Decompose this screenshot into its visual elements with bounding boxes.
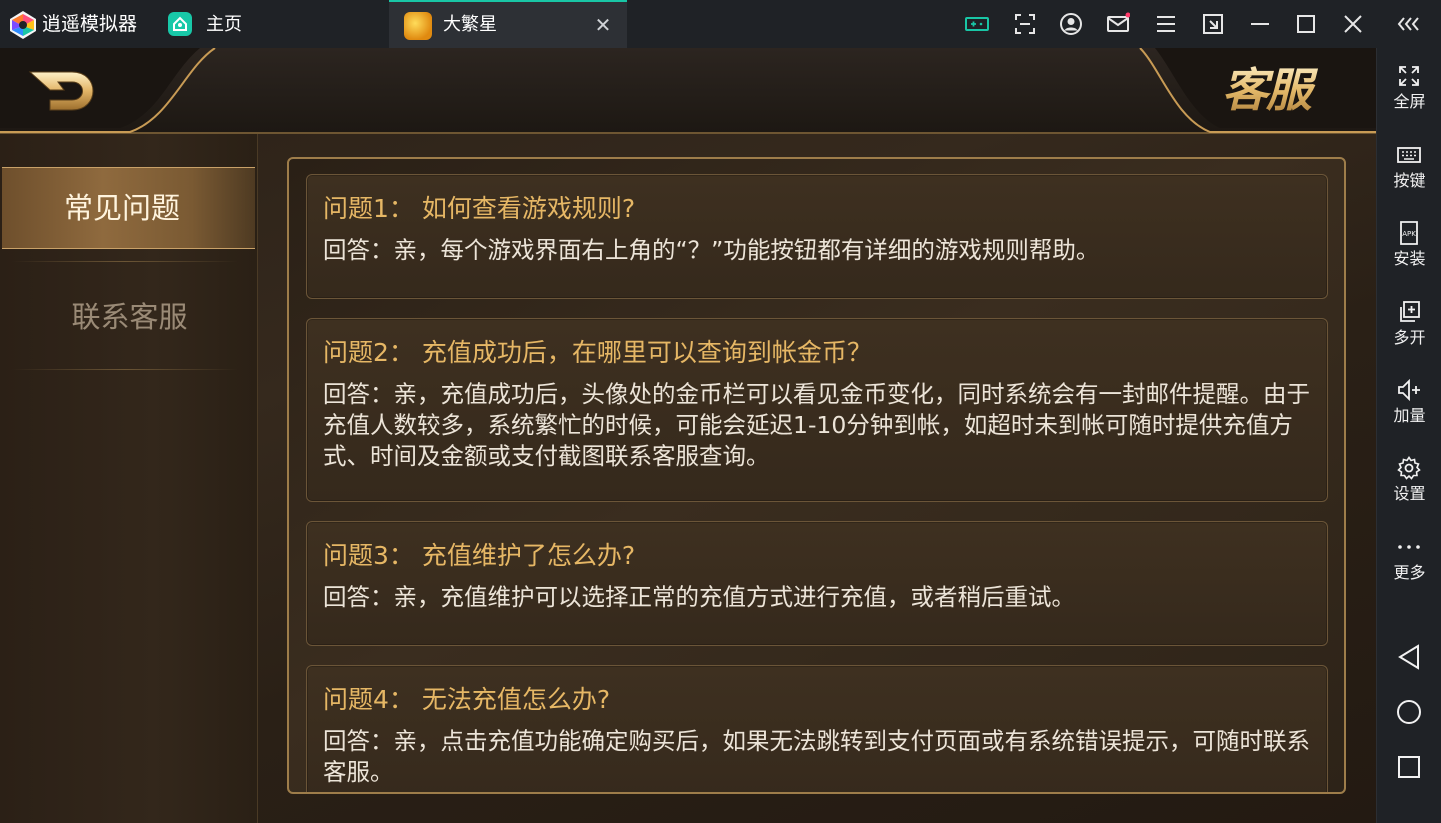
faq-answer: 回答：亲，充值成功后，头像处的金币栏可以看见金币变化，同时系统会有一封邮件提醒。…: [323, 380, 1310, 470]
svg-text:APK: APK: [1402, 230, 1416, 238]
faq-item: 问题2： 充值成功后，在哪里可以查询到帐金币？ 回答：亲，充值成功后，头像处的金…: [306, 318, 1328, 502]
faq-answer: 回答：亲，每个游戏界面右上角的“？”功能按钮都有详细的游戏规则帮助。: [323, 236, 1100, 264]
sidebar-keymap-label: 按键: [1393, 171, 1426, 190]
sidebar-fullscreen-label: 全屏: [1393, 92, 1426, 111]
tab-contact-support[interactable]: 联系客服: [2, 279, 255, 357]
tab-faq[interactable]: 常见问题: [2, 167, 255, 249]
screenshot-icon[interactable]: [1013, 12, 1037, 36]
mail-icon[interactable]: [1106, 12, 1130, 36]
faq-answer: 回答：亲，充值维护可以选择正常的充值方式进行充值，或者稍后重试。: [323, 583, 1075, 611]
emulator-app-name: 逍遥模拟器: [42, 13, 138, 35]
sidebar-fullscreen-button[interactable]: 全屏: [1377, 56, 1441, 118]
sidebar-multi-instance-button[interactable]: 多开: [1377, 292, 1441, 354]
tab-game[interactable]: 大繁星 ✕: [389, 0, 627, 48]
faq-question: 问题1： 如何查看游戏规则?: [323, 194, 636, 223]
keyboard-icon: [1397, 147, 1421, 163]
sidebar-settings-button[interactable]: 设置: [1377, 448, 1441, 510]
game-screen: 客服 常见问题 联系客服 问题1： 如何查看游戏规则? 回答：亲，每个游戏界面右…: [0, 48, 1376, 823]
multi-instance-icon: [1400, 301, 1420, 322]
faq-answer: 回答：亲，点击充值功能确定购买后，如果无法跳转到支付页面或有系统错误提示，可随时…: [323, 727, 1310, 786]
sidebar-more-label: 更多: [1393, 563, 1426, 582]
tab-contact-support-label: 联系客服: [71, 300, 188, 334]
tab-game-label: 大繁星: [443, 14, 497, 35]
header-decoration: [0, 48, 1376, 133]
close-window-icon[interactable]: [1341, 12, 1365, 36]
account-icon[interactable]: [1059, 12, 1083, 36]
sidebar-multi-label: 多开: [1393, 328, 1426, 347]
maximize-icon[interactable]: [1294, 12, 1318, 36]
android-recents-icon[interactable]: [1396, 754, 1422, 780]
tab-home-label: 主页: [206, 14, 242, 35]
page-title: 客服: [1222, 60, 1342, 120]
sidebar-settings-label: 设置: [1393, 484, 1426, 503]
sidebar-install-apk-button[interactable]: APK 安装: [1377, 213, 1441, 275]
emulator-titlebar: 逍遥模拟器 主页 大繁星 ✕: [0, 0, 1441, 48]
game-app-icon: [404, 12, 432, 40]
faq-item: 问题1： 如何查看游戏规则? 回答：亲，每个游戏界面右上角的“？”功能按钮都有详…: [306, 174, 1328, 299]
gear-icon: [1397, 456, 1421, 480]
android-home-icon[interactable]: [1396, 699, 1422, 725]
tab-faq-label: 常见问题: [63, 191, 180, 225]
emulator-logo-icon: [10, 11, 36, 39]
volume-up-icon: [1398, 378, 1420, 402]
faq-item: 问题3： 充值维护了怎么办? 回答：亲，充值维护可以选择正常的充值方式进行充值，…: [306, 521, 1328, 646]
sidebar-more-button[interactable]: 更多: [1377, 527, 1441, 589]
tab-home[interactable]: 主页: [160, 0, 380, 48]
faq-list[interactable]: 问题1： 如何查看游戏规则? 回答：亲，每个游戏界面右上角的“？”功能按钮都有详…: [287, 157, 1346, 794]
gamepad-icon[interactable]: [965, 12, 989, 36]
close-tab-icon[interactable]: ✕: [592, 14, 614, 36]
faq-question: 问题4： 无法充值怎么办?: [323, 685, 611, 714]
menu-divider: [12, 261, 238, 262]
more-icon: [1398, 545, 1420, 549]
game-header: 客服: [0, 48, 1376, 134]
back-button[interactable]: [28, 66, 104, 116]
sidebar-install-label: 安装: [1393, 249, 1426, 268]
emulator-sidebar: 全屏 按键 APK 安装 多开 加量 设置 更多: [1376, 48, 1441, 823]
android-back-icon[interactable]: [1396, 644, 1422, 670]
minimize-icon[interactable]: [1248, 12, 1272, 36]
menu-icon[interactable]: [1154, 12, 1178, 36]
faq-question: 问题2： 充值成功后，在哪里可以查询到帐金币？: [323, 338, 872, 367]
faq-item: 问题4： 无法充值怎么办? 回答：亲，点击充值功能确定购买后，如果无法跳转到支付…: [306, 665, 1328, 792]
apk-icon: APK: [1400, 221, 1418, 245]
category-menu: 常见问题 联系客服: [0, 134, 258, 823]
sidebar-volume-label: 加量: [1393, 406, 1426, 425]
sidebar-volume-up-button[interactable]: 加量: [1377, 370, 1441, 432]
collapse-sidebar-icon[interactable]: [1396, 12, 1422, 36]
faq-question: 问题3： 充值维护了怎么办?: [323, 541, 636, 570]
fullscreen-icon: [1399, 66, 1419, 86]
menu-divider: [12, 369, 238, 370]
home-icon: [168, 12, 192, 36]
minimize-to-tray-icon[interactable]: [1201, 12, 1225, 36]
sidebar-keymap-button[interactable]: 按键: [1377, 135, 1441, 197]
